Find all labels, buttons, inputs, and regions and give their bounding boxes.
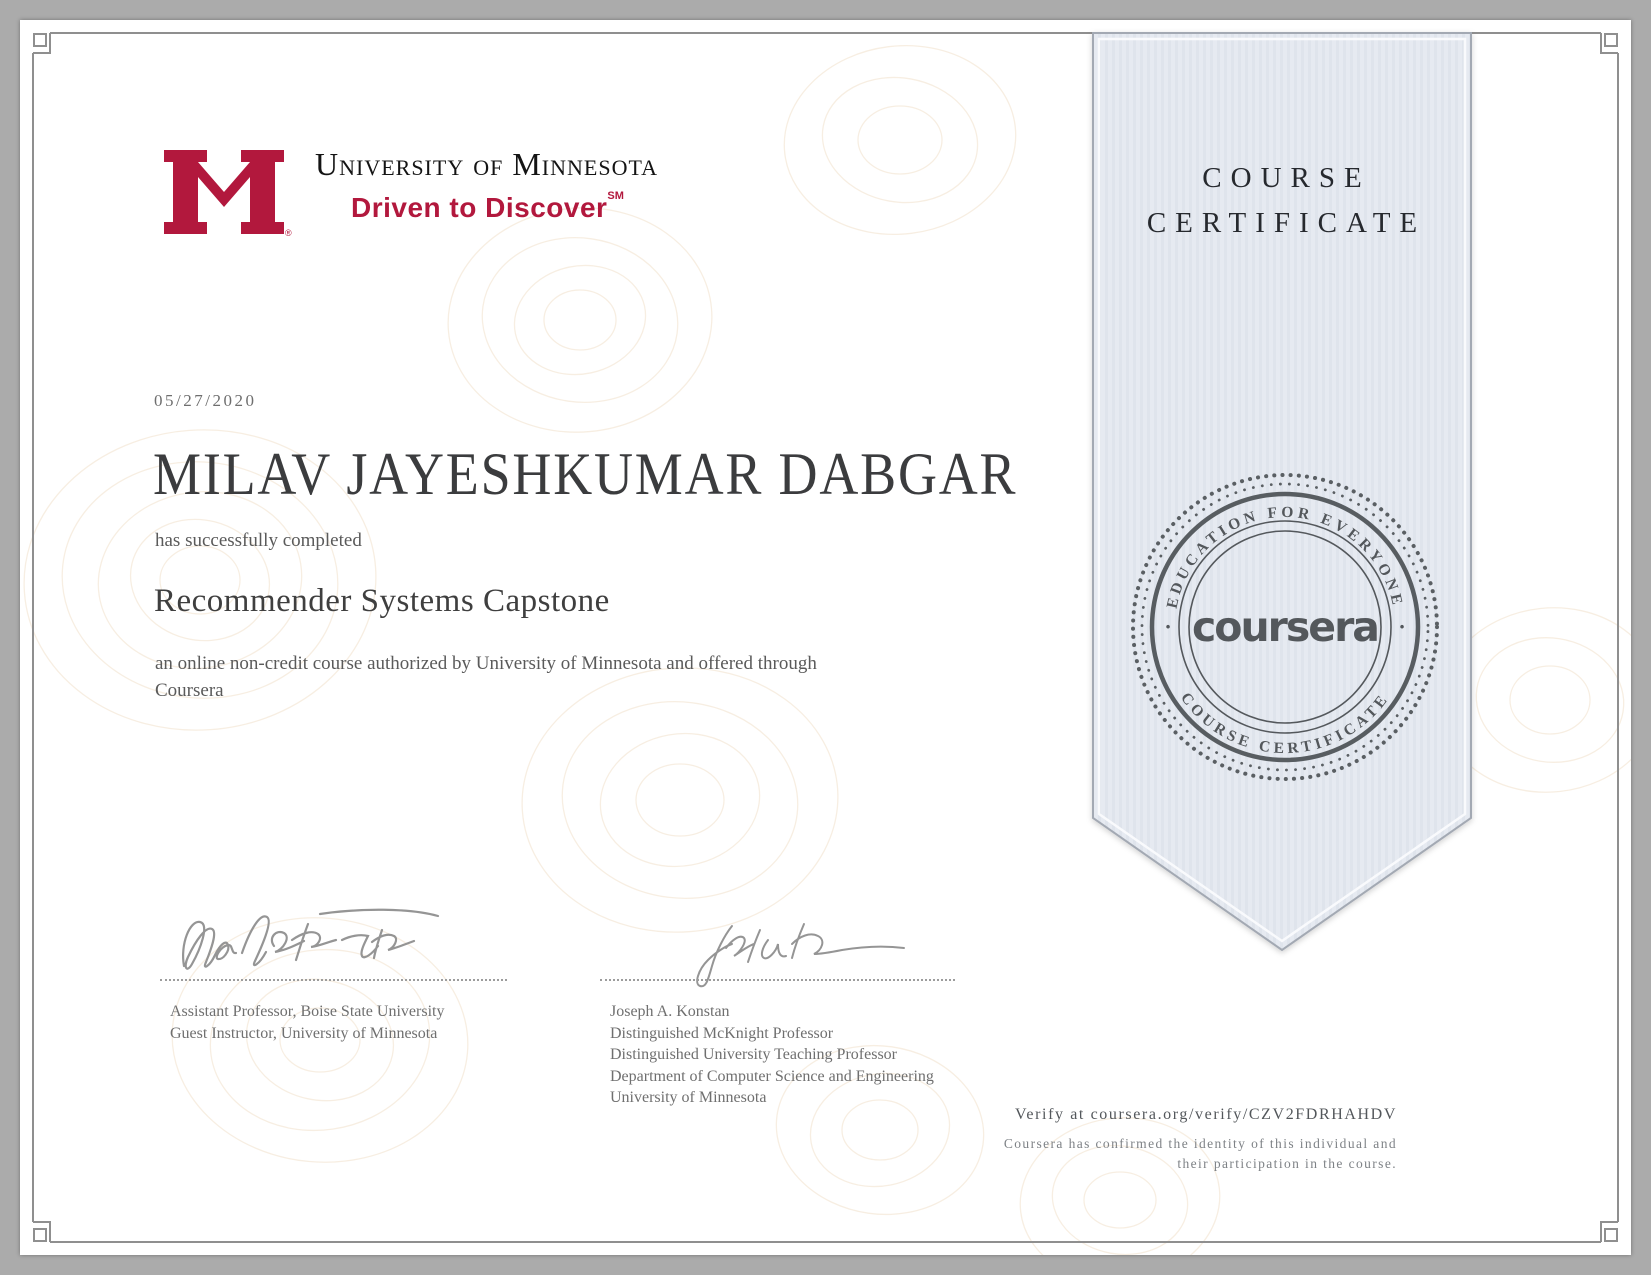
certificate-screenshot: ® University of Minnesota Driven to Disc…: [0, 0, 1651, 1275]
coursera-wordmark: coursera: [1192, 603, 1378, 651]
seal-separator-left: ·: [1164, 614, 1171, 639]
ribbon-title: COURSE CERTIFICATE: [1146, 162, 1427, 239]
verify-confirmation: Coursera has confirmed the identity of t…: [1003, 1136, 1397, 1171]
certificate-page: ® University of Minnesota Driven to Disc…: [20, 20, 1631, 1255]
verification-block: Verify at coursera.org/verify/CZV2FDRHAH…: [1004, 1106, 1397, 1174]
seal-separator-right: ·: [1398, 614, 1405, 639]
verify-url: Verify at coursera.org/verify/CZV2FDRHAH…: [1015, 1106, 1397, 1123]
